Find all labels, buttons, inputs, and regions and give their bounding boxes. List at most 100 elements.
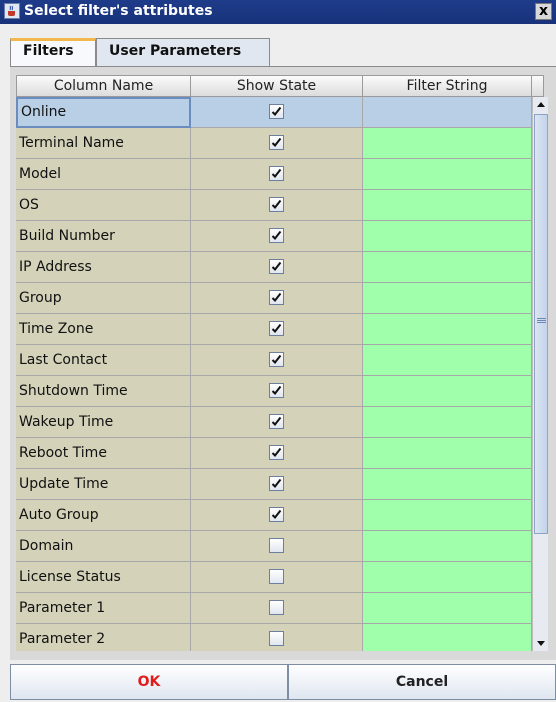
table-row[interactable]: Last Contact bbox=[16, 345, 532, 376]
table-row[interactable]: OS bbox=[16, 190, 532, 221]
show-state-checkbox[interactable] bbox=[269, 259, 284, 274]
column-name-cell[interactable]: Group bbox=[16, 283, 191, 314]
column-name-cell[interactable]: Domain bbox=[16, 531, 191, 562]
table-row[interactable]: Parameter 1 bbox=[16, 593, 532, 624]
show-state-checkbox[interactable] bbox=[269, 321, 284, 336]
filter-string-cell[interactable] bbox=[363, 593, 532, 624]
table-row[interactable]: IP Address bbox=[16, 252, 532, 283]
filter-string-cell[interactable] bbox=[363, 252, 532, 283]
filters-panel: Column Name Show State Filter String Onl… bbox=[10, 66, 556, 660]
table-row[interactable]: Build Number bbox=[16, 221, 532, 252]
table-row[interactable]: Group bbox=[16, 283, 532, 314]
filter-string-cell[interactable] bbox=[363, 190, 532, 221]
table-row[interactable]: Online bbox=[16, 97, 532, 128]
column-name-cell[interactable]: Model bbox=[16, 159, 191, 190]
cancel-button[interactable]: Cancel bbox=[288, 664, 556, 700]
checkmark-icon bbox=[271, 137, 282, 148]
filter-string-cell[interactable] bbox=[363, 283, 532, 314]
table-row[interactable]: Shutdown Time bbox=[16, 376, 532, 407]
filter-string-cell[interactable] bbox=[363, 345, 532, 376]
column-header-corner bbox=[532, 75, 544, 97]
checkmark-icon bbox=[271, 168, 282, 179]
show-state-checkbox[interactable] bbox=[269, 135, 284, 150]
filter-string-cell[interactable] bbox=[363, 97, 532, 128]
column-header-show-state[interactable]: Show State bbox=[191, 75, 363, 97]
filter-string-cell[interactable] bbox=[363, 221, 532, 252]
show-state-checkbox[interactable] bbox=[269, 414, 284, 429]
column-name-cell[interactable]: IP Address bbox=[16, 252, 191, 283]
vertical-scrollbar[interactable] bbox=[532, 97, 548, 651]
filter-string-cell[interactable] bbox=[363, 314, 532, 345]
filter-string-cell[interactable] bbox=[363, 469, 532, 500]
column-name-cell[interactable]: Online bbox=[16, 97, 191, 128]
show-state-checkbox[interactable] bbox=[269, 600, 284, 615]
column-name-cell[interactable]: Shutdown Time bbox=[16, 376, 191, 407]
close-icon[interactable]: x bbox=[535, 3, 552, 20]
checkmark-icon bbox=[271, 230, 282, 241]
column-name-cell[interactable]: Auto Group bbox=[16, 500, 191, 531]
table-row[interactable]: Update Time bbox=[16, 469, 532, 500]
table-row[interactable]: Model bbox=[16, 159, 532, 190]
column-name-cell[interactable]: Build Number bbox=[16, 221, 191, 252]
filter-string-cell[interactable] bbox=[363, 438, 532, 469]
table-row[interactable]: Time Zone bbox=[16, 314, 532, 345]
table-row[interactable]: Parameter 2 bbox=[16, 624, 532, 651]
column-name-cell[interactable]: Parameter 1 bbox=[16, 593, 191, 624]
filter-string-cell[interactable] bbox=[363, 128, 532, 159]
java-cup-icon bbox=[4, 3, 20, 19]
show-state-cell bbox=[191, 531, 363, 562]
show-state-checkbox[interactable] bbox=[269, 538, 284, 553]
arrow-up-icon[interactable] bbox=[533, 97, 549, 113]
checkmark-icon bbox=[271, 354, 282, 365]
table-row[interactable]: Domain bbox=[16, 531, 532, 562]
show-state-cell bbox=[191, 159, 363, 190]
column-header-filter-string[interactable]: Filter String bbox=[363, 75, 532, 97]
table-row[interactable]: License Status bbox=[16, 562, 532, 593]
column-name-cell[interactable]: Parameter 2 bbox=[16, 624, 191, 651]
show-state-checkbox[interactable] bbox=[269, 228, 284, 243]
grip-icon bbox=[537, 318, 546, 319]
column-name-cell[interactable]: Last Contact bbox=[16, 345, 191, 376]
show-state-checkbox[interactable] bbox=[269, 569, 284, 584]
column-name-cell[interactable]: Reboot Time bbox=[16, 438, 191, 469]
filter-string-cell[interactable] bbox=[363, 531, 532, 562]
show-state-cell bbox=[191, 283, 363, 314]
show-state-checkbox[interactable] bbox=[269, 197, 284, 212]
table-row[interactable]: Terminal Name bbox=[16, 128, 532, 159]
show-state-checkbox[interactable] bbox=[269, 352, 284, 367]
column-name-cell[interactable]: Update Time bbox=[16, 469, 191, 500]
filter-string-cell[interactable] bbox=[363, 407, 532, 438]
filter-string-cell[interactable] bbox=[363, 500, 532, 531]
arrow-down-icon[interactable] bbox=[533, 635, 549, 651]
window-title: Select filter's attributes bbox=[24, 3, 213, 19]
filter-string-cell[interactable] bbox=[363, 562, 532, 593]
filter-string-cell[interactable] bbox=[363, 624, 532, 651]
show-state-checkbox[interactable] bbox=[269, 383, 284, 398]
filter-string-cell[interactable] bbox=[363, 159, 532, 190]
table-row[interactable]: Auto Group bbox=[16, 500, 532, 531]
show-state-checkbox[interactable] bbox=[269, 166, 284, 181]
column-name-cell[interactable]: Wakeup Time bbox=[16, 407, 191, 438]
show-state-cell bbox=[191, 500, 363, 531]
checkmark-icon bbox=[271, 199, 282, 210]
show-state-checkbox[interactable] bbox=[269, 104, 284, 119]
filter-string-cell[interactable] bbox=[363, 376, 532, 407]
show-state-checkbox[interactable] bbox=[269, 290, 284, 305]
tab-user-parameters[interactable]: User Parameters bbox=[96, 38, 270, 66]
ok-button[interactable]: OK bbox=[10, 664, 288, 700]
title-bar: Select filter's attributes x bbox=[0, 0, 556, 24]
table-row[interactable]: Reboot Time bbox=[16, 438, 532, 469]
column-name-cell[interactable]: License Status bbox=[16, 562, 191, 593]
scrollbar-thumb[interactable] bbox=[534, 114, 548, 534]
show-state-checkbox[interactable] bbox=[269, 445, 284, 460]
tab-filters[interactable]: Filters bbox=[10, 38, 96, 66]
show-state-checkbox[interactable] bbox=[269, 476, 284, 491]
show-state-cell bbox=[191, 438, 363, 469]
show-state-checkbox[interactable] bbox=[269, 507, 284, 522]
column-name-cell[interactable]: OS bbox=[16, 190, 191, 221]
column-header-name[interactable]: Column Name bbox=[16, 75, 191, 97]
show-state-checkbox[interactable] bbox=[269, 631, 284, 646]
column-name-cell[interactable]: Time Zone bbox=[16, 314, 191, 345]
column-name-cell[interactable]: Terminal Name bbox=[16, 128, 191, 159]
table-row[interactable]: Wakeup Time bbox=[16, 407, 532, 438]
